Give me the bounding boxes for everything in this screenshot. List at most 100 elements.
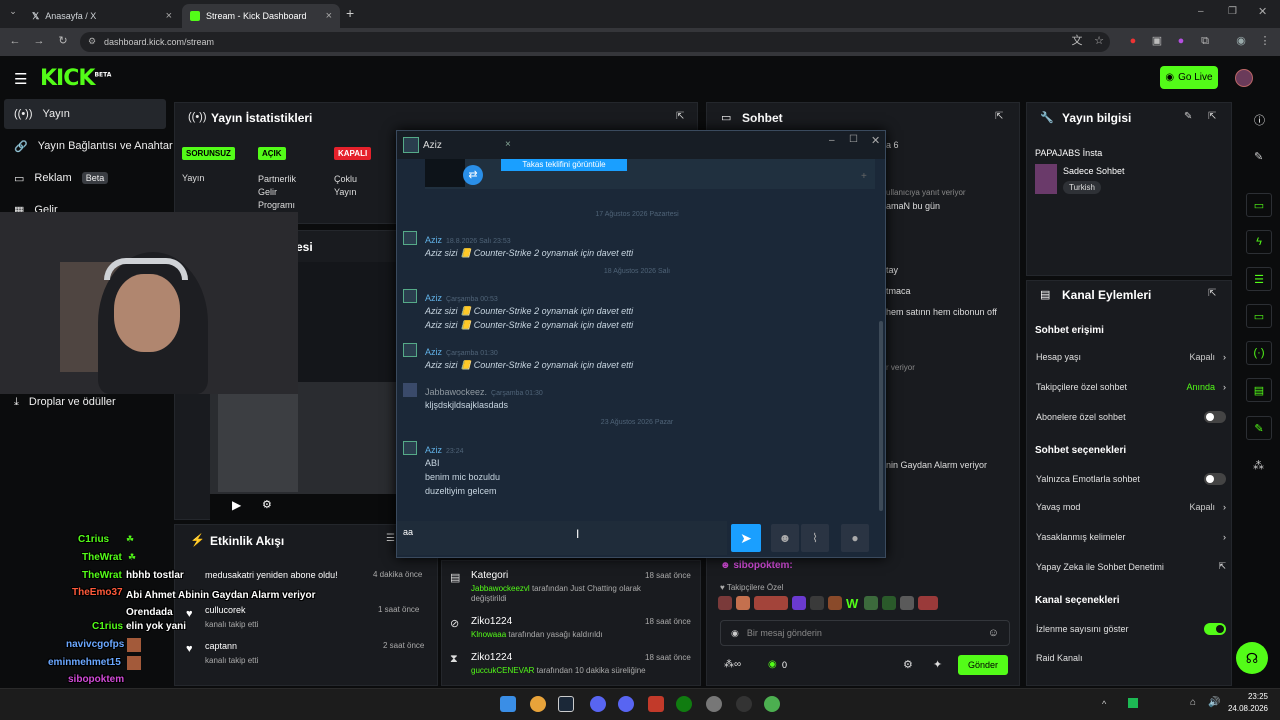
view-trade-offer-button[interactable]: Takas teklifini görüntüle	[501, 159, 627, 171]
sidebar-item-stream-key[interactable]: 🔗 Yayın Bağlantısı ve Anahtar	[4, 131, 174, 161]
setting-row-account-age[interactable]: Hesap yaşı Kapalı ›	[1036, 352, 1226, 362]
translate-icon[interactable]: 文	[1070, 34, 1084, 48]
voice-icon[interactable]: ●	[841, 524, 869, 552]
sidebar-item-reklam[interactable]: ▭ Reklam Beta	[4, 163, 166, 193]
tray-chevron-icon[interactable]: ^	[1102, 699, 1106, 709]
emote-icon[interactable]	[792, 596, 806, 610]
emote-icon[interactable]	[882, 596, 896, 610]
toggle-switch[interactable]	[1204, 473, 1226, 485]
stream-category[interactable]: Sadece Sohbet	[1063, 166, 1125, 176]
emote-w-icon[interactable]: W	[846, 596, 860, 611]
window-maximize-icon[interactable]: ☐	[849, 134, 858, 145]
play-icon[interactable]: ▶	[232, 498, 241, 512]
taskbar-clock-date[interactable]: 24.08.2026	[1222, 704, 1268, 713]
settings-app-icon[interactable]	[706, 696, 722, 712]
forward-icon[interactable]: →	[32, 34, 46, 48]
setting-row-view-count[interactable]: İzlenme sayısını göster	[1036, 623, 1226, 635]
window-minimize-icon[interactable]: –	[829, 135, 835, 146]
emote-icon[interactable]	[828, 596, 842, 610]
emote-icon[interactable]	[900, 596, 914, 610]
mod-item-user[interactable]: Klnowaaa	[471, 630, 506, 639]
close-tab-icon[interactable]: ×	[326, 10, 332, 22]
rail-stats-icon[interactable]: ▭	[1246, 193, 1272, 217]
start-windows-icon[interactable]	[500, 696, 516, 712]
emote-icon[interactable]	[736, 596, 750, 610]
info-icon[interactable]: ⓘ	[1254, 112, 1265, 128]
pinned-user[interactable]: sibopoktem:	[733, 560, 792, 571]
setting-row-subscribers-only[interactable]: Abonelere özel sohbet	[1036, 411, 1226, 423]
close-tab-icon[interactable]: ×	[166, 10, 172, 22]
setting-row-raid-channel[interactable]: Raid Kanalı	[1036, 653, 1226, 663]
setting-row-followers-only[interactable]: Takipçilere özel sohbet Anında ›	[1036, 382, 1226, 392]
tray-app-icon[interactable]	[1128, 698, 1138, 708]
extension-3-icon[interactable]: ●	[1174, 34, 1188, 48]
back-icon[interactable]: ←	[8, 34, 22, 48]
restore-icon[interactable]: ❐	[1228, 6, 1237, 17]
popout-icon[interactable]: ⇱	[995, 111, 1003, 122]
close-chat-tab-icon[interactable]: ×	[505, 139, 511, 150]
scrollbar-thumb[interactable]	[879, 321, 883, 511]
extensions-puzzle-icon[interactable]: ⧉	[1198, 34, 1212, 48]
rail-broadcast-icon[interactable]: (·)	[1246, 341, 1272, 365]
kick-logo[interactable]: KICKBETA	[40, 66, 111, 91]
taskbar-clock-time[interactable]: 23:25	[1228, 692, 1268, 701]
go-live-button[interactable]: ◉ Go Live	[1160, 66, 1218, 89]
steam-send-button[interactable]: ➤	[731, 524, 761, 552]
emote-icon[interactable]	[810, 596, 824, 610]
rail-chat-icon[interactable]: ▭	[1246, 304, 1272, 328]
url-input[interactable]: ⚙ dashboard.kick.com/stream	[80, 32, 1110, 52]
sidebar-item-yayin[interactable]: ((•)) Yayın	[4, 99, 166, 129]
toggle-switch[interactable]	[1204, 623, 1226, 635]
mod-item-user[interactable]: Jabbawockeezvl	[471, 584, 530, 593]
steam-icon[interactable]	[558, 696, 574, 712]
emote-icon[interactable]	[864, 596, 878, 610]
bookmark-star-icon[interactable]: ☆	[1092, 34, 1106, 48]
chat-message-input[interactable]: ◉ Bir mesaj gönderin ☺	[720, 620, 1010, 646]
steam-chat-tab-title[interactable]: Aziz	[423, 140, 442, 151]
rail-wrench-icon[interactable]: ✎	[1246, 416, 1272, 440]
user-avatar[interactable]	[1235, 69, 1253, 87]
tray-network-icon[interactable]: ⌂	[1190, 697, 1196, 708]
chrome-profile-icon[interactable]	[764, 696, 780, 712]
filter-icon[interactable]: ☰	[386, 533, 395, 544]
emote-icon[interactable]	[754, 596, 788, 610]
site-info-icon[interactable]: ⚙	[88, 36, 96, 47]
tab-search-icon[interactable]: ⌄	[6, 6, 20, 20]
steam-message-input[interactable]: aa	[397, 521, 727, 555]
discord-ptb-icon[interactable]	[618, 696, 634, 712]
mod-tools-icon[interactable]: ✦	[933, 658, 942, 671]
message-author[interactable]: Aziz	[425, 235, 442, 245]
settings-gear-icon[interactable]: ⚙	[262, 498, 272, 511]
valorant-icon[interactable]	[648, 696, 664, 712]
extension-2-icon[interactable]: ▣	[1150, 34, 1164, 48]
popout-icon[interactable]: ⇱	[1208, 288, 1216, 299]
obs-icon[interactable]	[736, 696, 752, 712]
hamburger-menu-icon[interactable]: ☰	[14, 70, 27, 88]
message-author[interactable]: Aziz	[425, 347, 442, 357]
minimize-icon[interactable]: –	[1198, 6, 1204, 17]
popout-icon[interactable]: ⇱	[1208, 111, 1216, 122]
tab-x[interactable]: 𝕏 Anasayfa / X ×	[24, 4, 180, 28]
profile-avatar-icon[interactable]: ◉	[1234, 34, 1248, 48]
xbox-icon[interactable]	[676, 696, 692, 712]
browser-menu-icon[interactable]: ⋮	[1258, 34, 1272, 48]
friend-avatar[interactable]	[403, 137, 419, 153]
extension-1-icon[interactable]: ●	[1126, 34, 1140, 48]
help-support-button[interactable]: ☊	[1236, 642, 1268, 674]
emoji-icon[interactable]: ☺	[988, 627, 999, 639]
tab-kick-dashboard[interactable]: Stream - Kick Dashboard ×	[182, 4, 340, 28]
setting-row-slow-mode[interactable]: Yavaş mod Kapalı ›	[1036, 502, 1226, 512]
attachment-icon[interactable]: ⌇	[801, 524, 829, 552]
chat-send-button[interactable]: Gönder	[958, 655, 1008, 675]
chrome-icon[interactable]	[530, 696, 546, 712]
tray-volume-icon[interactable]: 🔊	[1208, 697, 1220, 708]
message-author[interactable]: Aziz	[425, 293, 442, 303]
emote-icon[interactable]	[718, 596, 732, 610]
emoticon-icon[interactable]: ☻	[771, 524, 799, 552]
toggle-switch[interactable]	[1204, 411, 1226, 423]
edit-layout-icon[interactable]: ✎	[1254, 150, 1263, 163]
rail-list-icon[interactable]: ☰	[1246, 267, 1272, 291]
window-close-icon[interactable]: ✕	[871, 134, 880, 147]
message-author[interactable]: Aziz	[425, 445, 442, 455]
rail-lightning-icon[interactable]: ϟ	[1246, 230, 1272, 254]
